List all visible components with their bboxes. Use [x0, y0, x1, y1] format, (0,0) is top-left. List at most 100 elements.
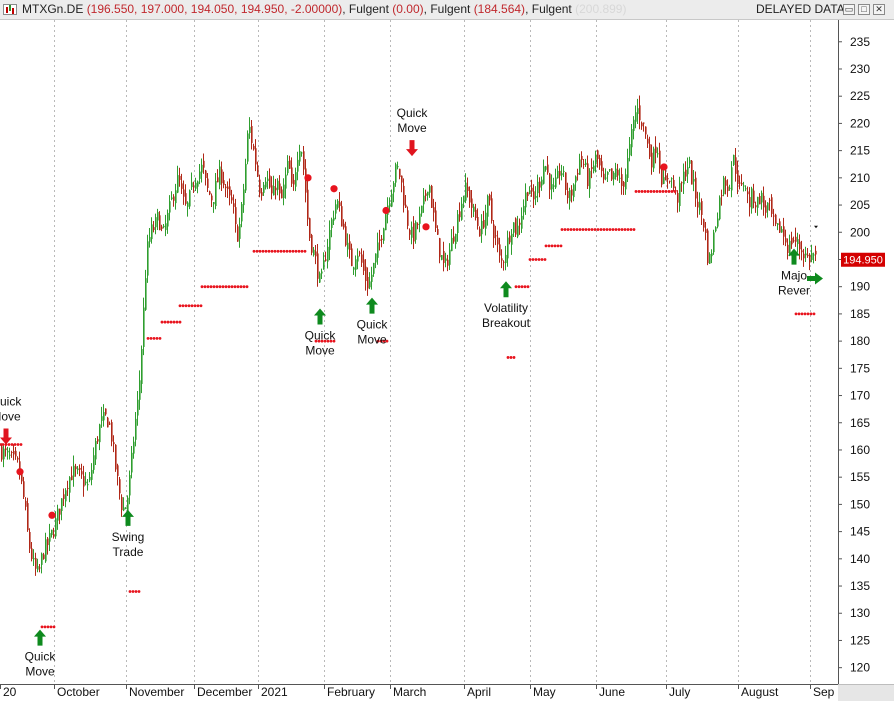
- grid-lines: [54, 20, 811, 684]
- y-tick-label: 175: [850, 361, 870, 375]
- candle-body: [467, 186, 469, 192]
- candle-body: [771, 197, 773, 214]
- candle-body: [807, 254, 809, 257]
- stop-dot: [587, 228, 591, 231]
- candle-body: [565, 172, 567, 191]
- indicator-3-value: (200.899): [575, 2, 627, 16]
- candle-body: [685, 169, 687, 177]
- x-tick-label: November: [129, 685, 184, 699]
- candle-body: [587, 163, 589, 187]
- stop-dot: [649, 190, 653, 193]
- price-chart[interactable]: QuickMoveQuickMoveSwingTradeQuickMoveQui…: [0, 20, 894, 701]
- candle-body: [5, 448, 7, 451]
- candle-body: [329, 229, 331, 250]
- stop-point: [304, 174, 312, 182]
- candle-body: [795, 236, 797, 242]
- stop-point: [330, 185, 338, 193]
- candle-body: [381, 238, 383, 241]
- stop-dot: [258, 249, 262, 253]
- candle-body: [751, 188, 753, 209]
- candle-body: [265, 181, 267, 188]
- buy-signal-arrow: [366, 297, 378, 314]
- stop-dot: [131, 590, 135, 593]
- candle-body: [451, 237, 453, 252]
- candle-body: [441, 255, 443, 260]
- candle-body: [29, 531, 31, 549]
- candle-body: [227, 186, 229, 190]
- stop-dot: [553, 244, 557, 248]
- candle-body: [229, 186, 231, 196]
- stop-dot: [506, 356, 510, 359]
- candle-body: [717, 218, 719, 227]
- candle-body: [383, 228, 385, 241]
- candle-body: [585, 162, 587, 165]
- candle-body: [129, 475, 131, 496]
- candle-body: [595, 154, 597, 165]
- candle-body: [81, 471, 83, 475]
- sell-signal-arrow: [0, 428, 12, 445]
- candle-body: [781, 229, 783, 233]
- candle-body: [745, 188, 747, 190]
- candle-body: [27, 503, 29, 531]
- stop-dot: [569, 228, 573, 231]
- candle-body: [613, 172, 615, 180]
- candle-body: [153, 227, 155, 231]
- candle-body: [377, 242, 379, 258]
- candle-body: [677, 193, 679, 203]
- candle-body: [3, 448, 5, 460]
- signal-label: Quick: [305, 328, 337, 342]
- candle-body: [255, 148, 257, 165]
- horizontal-scrollbar[interactable]: [838, 684, 894, 701]
- candle-body: [739, 182, 741, 184]
- candle-body: [121, 497, 123, 511]
- candle-body: [141, 349, 143, 384]
- candle-body: [429, 186, 431, 193]
- candle-body: [503, 261, 505, 263]
- signal-label: Move: [25, 665, 55, 679]
- candle-body: [349, 241, 351, 250]
- stop-dot: [1, 443, 5, 446]
- candle-body: [533, 191, 535, 200]
- candle-body: [657, 153, 659, 155]
- candle-body: [87, 484, 89, 486]
- x-tick-label: 2021: [261, 685, 288, 699]
- candle-body: [549, 173, 551, 190]
- stop-dot: [273, 249, 277, 253]
- stop-dot: [640, 190, 644, 193]
- candle-body: [569, 190, 571, 202]
- candle-body: [703, 219, 705, 228]
- candle-body: [185, 193, 187, 204]
- candle-body: [519, 222, 521, 225]
- stop-dot: [276, 249, 280, 253]
- close-button[interactable]: ✕: [873, 4, 885, 15]
- candle-body: [197, 181, 199, 187]
- stop-dot: [49, 625, 53, 629]
- stop-dot: [528, 258, 532, 261]
- candle-body: [501, 258, 503, 261]
- candle-body: [23, 481, 25, 497]
- y-tick-label: 165: [850, 416, 870, 430]
- candle-body: [653, 148, 655, 169]
- candle-body: [37, 566, 39, 570]
- candle-body: [221, 169, 223, 184]
- candle-body: [113, 442, 115, 445]
- stop-dot: [255, 249, 259, 253]
- candle-body: [111, 422, 113, 442]
- candle-body: [293, 179, 295, 185]
- candle-body: [763, 195, 765, 208]
- stop-dot: [178, 304, 182, 308]
- candle-body: [589, 170, 591, 189]
- candle-body: [573, 184, 575, 198]
- minimize-button[interactable]: ▭: [843, 4, 855, 15]
- maximize-button[interactable]: □: [858, 4, 870, 15]
- candle-body: [787, 244, 789, 254]
- candle-body: [407, 210, 409, 226]
- stop-dot: [187, 304, 191, 308]
- stop-dot: [218, 285, 222, 289]
- candle-body: [637, 108, 639, 115]
- candle-body: [211, 195, 213, 201]
- candle-body: [433, 207, 435, 213]
- candle-body: [287, 160, 289, 174]
- stop-dot: [584, 228, 588, 231]
- candle-body: [443, 250, 445, 263]
